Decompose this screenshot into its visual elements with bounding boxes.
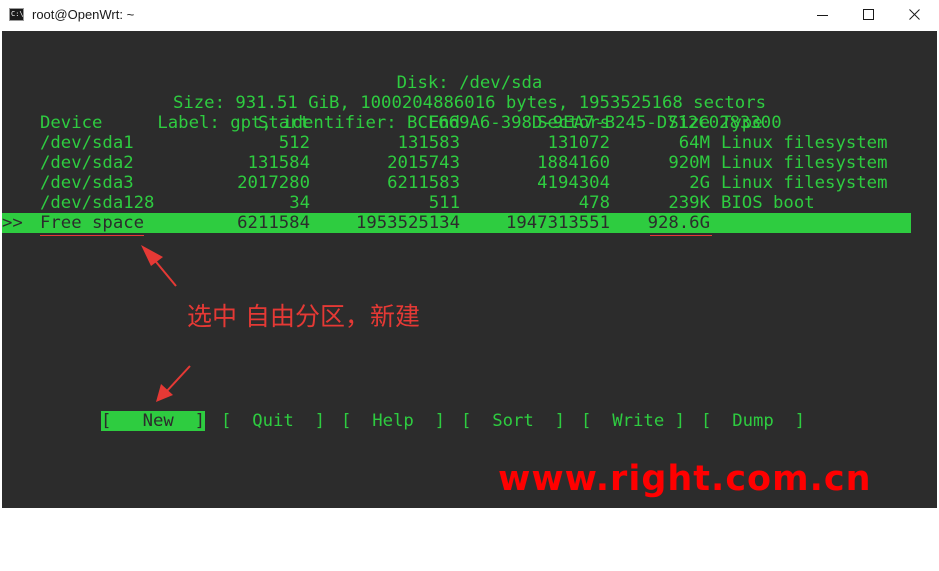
- annotation-arrows: [141, 245, 191, 402]
- watermark: www.right.com.cn: [498, 459, 872, 499]
- annotation-text: 选中 自由分区，新建: [187, 302, 420, 331]
- arrow-icon: [141, 245, 177, 287]
- arrow-icon: [156, 365, 191, 402]
